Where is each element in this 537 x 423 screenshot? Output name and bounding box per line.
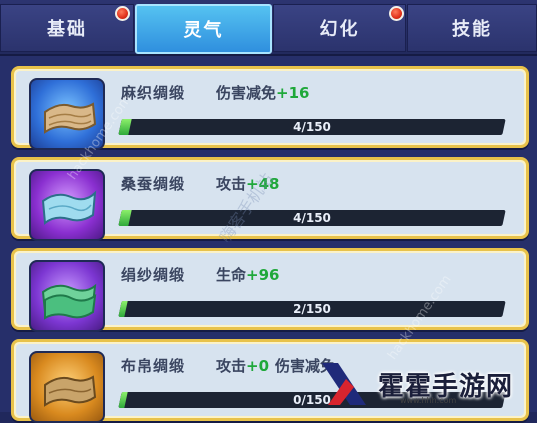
item-attribute: 攻击+48	[216, 173, 279, 194]
item-attribute: 生命+96	[216, 264, 279, 285]
tab-basic[interactable]: 基础	[0, 4, 134, 52]
tab-transform-label: 幻化	[319, 19, 360, 40]
progress-text: 2/150	[293, 302, 331, 316]
tab-basic-notification-dot	[115, 6, 130, 21]
attribute-label: 攻击	[216, 175, 247, 193]
attribute-value: +0	[246, 357, 270, 375]
tab-transform-notification-dot	[389, 6, 404, 21]
tab-aura-label: 灵气	[183, 20, 224, 41]
logo-mark-icon	[322, 363, 366, 405]
item-name: 布帛绸缎	[121, 357, 186, 375]
item-name: 绢纱绸缎	[121, 266, 186, 284]
cotton-cloth-icon[interactable]	[29, 351, 105, 423]
tab-skills[interactable]: 技能	[407, 4, 537, 52]
attribute-label: 生命	[216, 266, 247, 284]
item-attribute: 伤害减免+16	[216, 82, 309, 103]
item-name: 桑蚕绸缎	[121, 175, 186, 193]
attribute-value: +16	[276, 84, 310, 102]
tab-bar: 基础 灵气 幻化 技能	[0, 0, 537, 56]
attribute-label: 伤害减免	[216, 84, 277, 102]
tab-skills-label: 技能	[452, 19, 492, 40]
site-logo: 霍霍手游网 www.hhh.com	[318, 356, 537, 412]
list-item[interactable]: 麻织绸缎 伤害减免+16 4/150	[11, 66, 529, 150]
attribute-value: +48	[246, 175, 280, 193]
progress-text: 4/150	[293, 120, 331, 134]
tab-basic-label: 基础	[47, 19, 87, 40]
tab-aura[interactable]: 灵气	[135, 4, 272, 54]
attribute-label: 攻击	[216, 357, 247, 375]
progress-text: 4/150	[293, 211, 331, 225]
attribute-value: +96	[246, 266, 280, 284]
list-item[interactable]: 绢纱绸缎 生命+96 2/150	[11, 248, 529, 332]
linen-cloth-icon[interactable]	[29, 78, 105, 150]
item-name: 麻织绸缎	[121, 84, 186, 102]
logo-subtext: www.hhh.com	[400, 396, 457, 405]
tab-transform[interactable]: 幻化	[273, 4, 406, 52]
gauze-cloth-icon[interactable]	[29, 260, 105, 332]
list-item[interactable]: 桑蚕绸缎 攻击+48 4/150	[11, 157, 529, 241]
silk-cloth-icon[interactable]	[29, 169, 105, 241]
